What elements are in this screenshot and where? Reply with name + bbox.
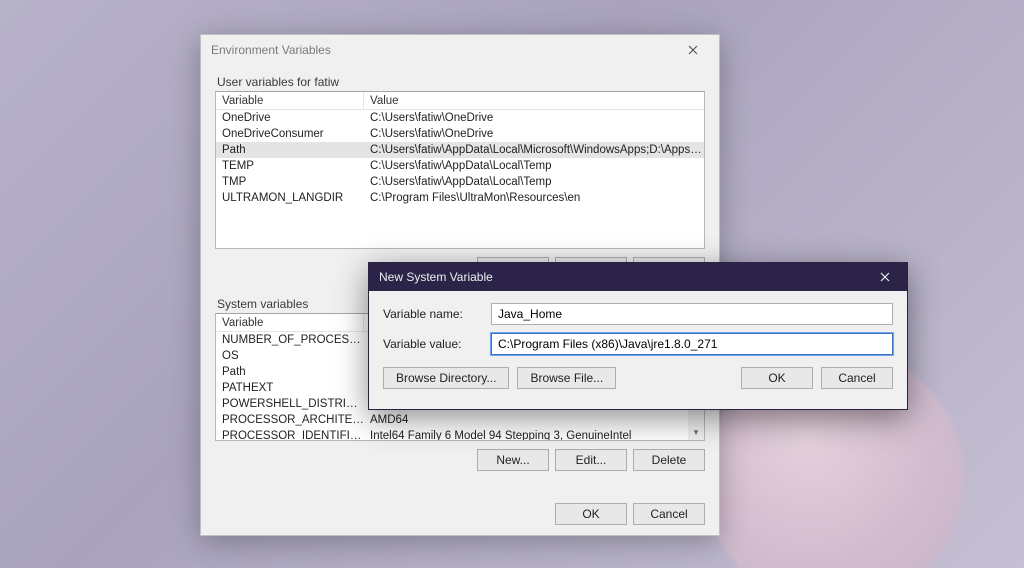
list-item[interactable]: TEMPC:\Users\fatiw\AppData\Local\Temp	[216, 158, 704, 174]
list-item[interactable]: PROCESSOR_IDENTIFIERIntel64 Family 6 Mod…	[216, 428, 704, 441]
list-item[interactable]: ULTRAMON_LANGDIRC:\Program Files\UltraMo…	[216, 190, 704, 206]
sys-edit-button[interactable]: Edit...	[555, 449, 627, 471]
list-item[interactable]: PROCESSOR_ARCHITECTUREAMD64	[216, 412, 704, 428]
cancel-button[interactable]: Cancel	[633, 503, 705, 525]
modal-title: New System Variable	[379, 270, 863, 284]
close-icon[interactable]	[863, 263, 907, 291]
col-header-variable[interactable]: Variable	[216, 92, 364, 109]
list-item[interactable]: TMPC:\Users\fatiw\AppData\Local\Temp	[216, 174, 704, 190]
col-header-value[interactable]: Value	[364, 92, 704, 109]
variable-value-label: Variable value:	[383, 337, 481, 351]
modal-ok-button[interactable]: OK	[741, 367, 813, 389]
browse-file-button[interactable]: Browse File...	[517, 367, 616, 389]
variable-value-input[interactable]	[491, 333, 893, 355]
env-titlebar[interactable]: Environment Variables	[201, 35, 719, 65]
browse-directory-button[interactable]: Browse Directory...	[383, 367, 509, 389]
modal-titlebar[interactable]: New System Variable	[369, 263, 907, 291]
list-item[interactable]: PathC:\Users\fatiw\AppData\Local\Microso…	[216, 142, 704, 158]
scroll-down-icon[interactable]: ▾	[688, 424, 704, 440]
user-vars-label: User variables for fatiw	[215, 75, 705, 89]
list-item[interactable]: OneDriveConsumerC:\Users\fatiw\OneDrive	[216, 126, 704, 142]
col-header-variable[interactable]: Variable	[216, 314, 364, 331]
user-vars-listbox[interactable]: Variable Value OneDriveC:\Users\fatiw\On…	[215, 91, 705, 249]
variable-name-label: Variable name:	[383, 307, 481, 321]
new-system-variable-dialog: New System Variable Variable name: Varia…	[368, 262, 908, 410]
sys-delete-button[interactable]: Delete	[633, 449, 705, 471]
modal-cancel-button[interactable]: Cancel	[821, 367, 893, 389]
env-title: Environment Variables	[211, 43, 673, 57]
variable-name-input[interactable]	[491, 303, 893, 325]
list-item[interactable]: OneDriveC:\Users\fatiw\OneDrive	[216, 110, 704, 126]
user-vars-group: User variables for fatiw Variable Value …	[215, 75, 705, 279]
list-header: Variable Value	[216, 92, 704, 110]
ok-button[interactable]: OK	[555, 503, 627, 525]
sys-new-button[interactable]: New...	[477, 449, 549, 471]
close-icon[interactable]	[673, 36, 713, 64]
